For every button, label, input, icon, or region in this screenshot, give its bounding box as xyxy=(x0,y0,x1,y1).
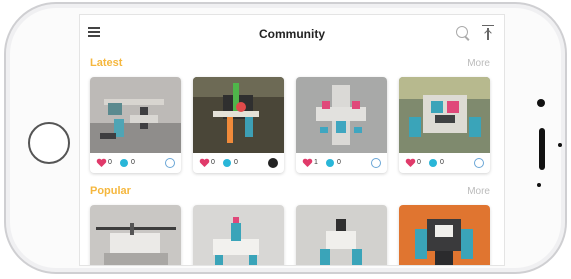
sensor-dot-bottom xyxy=(537,183,541,187)
like-count: 1 xyxy=(314,159,318,166)
robot-photo xyxy=(296,77,387,153)
front-camera xyxy=(537,99,545,107)
robot-photo xyxy=(399,77,490,153)
comment-icon[interactable] xyxy=(429,159,437,167)
home-button[interactable] xyxy=(28,122,70,164)
top-bar: Community xyxy=(80,15,504,51)
user-avatar-dark-icon[interactable] xyxy=(268,158,278,168)
robot-photo xyxy=(90,77,181,153)
like-count: 0 xyxy=(211,159,215,166)
popular-card-3[interactable] xyxy=(296,205,387,265)
walker-robot-photo xyxy=(296,205,387,265)
speaker-grille xyxy=(539,128,545,170)
popular-card-4[interactable] xyxy=(399,205,490,265)
helicopter-robot-photo xyxy=(90,205,181,265)
user-avatar-icon[interactable] xyxy=(474,158,484,168)
heart-icon[interactable] xyxy=(200,159,208,167)
user-avatar-icon[interactable] xyxy=(165,158,175,168)
popular-card-1[interactable] xyxy=(90,205,181,265)
card-stats: 1 0 xyxy=(296,153,387,173)
search-icon[interactable] xyxy=(456,26,468,38)
latest-section-title: Latest xyxy=(90,57,123,69)
heart-icon[interactable] xyxy=(406,159,414,167)
user-avatar-icon[interactable] xyxy=(371,158,381,168)
popular-more-link[interactable]: More xyxy=(467,186,490,197)
popular-section-title: Popular xyxy=(90,185,131,197)
sensor-dot xyxy=(558,143,562,147)
comment-icon[interactable] xyxy=(120,159,128,167)
card-stats: 0 0 xyxy=(399,153,490,173)
scroll-top-icon[interactable] xyxy=(482,25,494,41)
page-title: Community xyxy=(259,27,325,41)
latest-card-1[interactable]: 0 0 xyxy=(90,77,181,173)
card-stats: 0 0 xyxy=(90,153,181,173)
dog-robot-photo xyxy=(193,205,284,265)
heart-icon[interactable] xyxy=(303,159,311,167)
comment-count: 0 xyxy=(131,159,135,166)
like-count: 0 xyxy=(108,159,112,166)
comment-count: 0 xyxy=(440,159,444,166)
comment-icon[interactable] xyxy=(326,159,334,167)
popular-card-2[interactable] xyxy=(193,205,284,265)
like-count: 0 xyxy=(417,159,421,166)
latest-card-4[interactable]: 0 0 xyxy=(399,77,490,173)
app-screen: Community Latest More 0 0 0 0 1 0 0 0 Po… xyxy=(79,14,505,266)
heart-icon[interactable] xyxy=(97,159,105,167)
latest-more-link[interactable]: More xyxy=(467,58,490,69)
latest-card-3[interactable]: 1 0 xyxy=(296,77,387,173)
robot-photo xyxy=(193,77,284,153)
comment-count: 0 xyxy=(234,159,238,166)
card-stats: 0 0 xyxy=(193,153,284,173)
latest-card-2[interactable]: 0 0 xyxy=(193,77,284,173)
comment-icon[interactable] xyxy=(223,159,231,167)
humanoid-robot-photo xyxy=(399,205,490,265)
comment-count: 0 xyxy=(337,159,341,166)
